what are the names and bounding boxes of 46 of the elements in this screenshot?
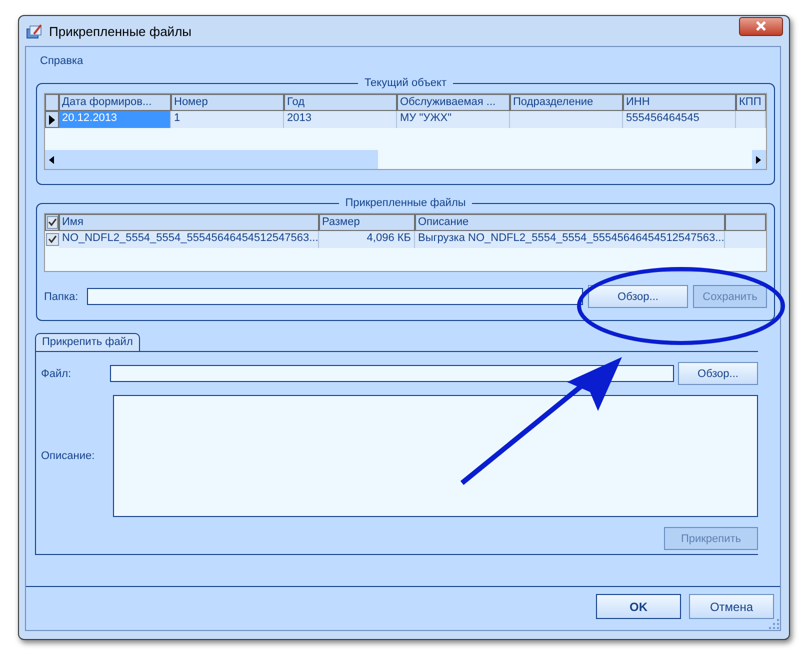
resize-grip-icon[interactable] bbox=[769, 619, 779, 629]
column-header[interactable]: КПП bbox=[736, 94, 766, 111]
column-header[interactable]: Обслуживаемая ... bbox=[397, 94, 510, 111]
column-header[interactable]: ИНН bbox=[623, 94, 736, 111]
close-icon bbox=[755, 21, 767, 31]
menu-item[interactable]: Справка bbox=[40, 55, 84, 67]
table-cell: 20.12.2013 bbox=[62, 112, 118, 124]
dialog-button[interactable]: OK bbox=[596, 594, 681, 619]
field-label: Папка: bbox=[44, 290, 80, 302]
table-cell: Выгрузка NO_NDFL2_5554_5554_55545646454512547563... bbox=[418, 232, 724, 244]
checkbox[interactable] bbox=[46, 233, 58, 246]
browse-button[interactable]: Обзор... bbox=[588, 285, 688, 308]
column-header bbox=[725, 214, 766, 231]
column-header[interactable]: Год bbox=[284, 94, 397, 111]
description-field[interactable] bbox=[113, 395, 758, 517]
browse-button[interactable]: Обзор... bbox=[678, 362, 758, 385]
table-cell: 1 bbox=[174, 112, 180, 124]
field-label: Файл: bbox=[40, 368, 72, 380]
column-header[interactable]: Номер bbox=[171, 94, 284, 111]
table-cell: МУ "УЖХ" bbox=[400, 112, 452, 124]
table-row[interactable]: 20.12.2013 1 2013 МУ "УЖХ" 555456464545 bbox=[45, 111, 766, 128]
tab[interactable]: Прикрепить файл bbox=[35, 333, 140, 351]
field-label: Описание: bbox=[40, 450, 96, 462]
dialog-button[interactable]: Отмена bbox=[689, 594, 774, 619]
scroll-left-icon bbox=[49, 156, 55, 164]
close-button[interactable] bbox=[739, 16, 783, 36]
file-field[interactable] bbox=[110, 365, 674, 382]
column-header[interactable]: Описание bbox=[415, 214, 725, 231]
table-cell: NO_NDFL2_5554_5554_55545646454512547563... bbox=[62, 232, 318, 244]
window-title: Прикрепленные файлы bbox=[49, 24, 192, 38]
scroll-right-icon bbox=[756, 156, 762, 164]
column-header[interactable]: Имя bbox=[59, 214, 319, 231]
table-cell: 555456464545 bbox=[626, 112, 700, 124]
row-header bbox=[45, 94, 59, 111]
group-title: Текущий объект bbox=[363, 77, 448, 89]
table-row[interactable]: NO_NDFL2_5554_5554_55545646454512547563... 4,096 КБ Выгрузка NO_NDFL2_5554_5554_55545646454512547563... bbox=[45, 231, 766, 248]
folder-field[interactable] bbox=[87, 288, 583, 305]
table-cell: 4,096 КБ bbox=[366, 232, 411, 244]
column-header[interactable]: Размер bbox=[319, 214, 415, 231]
table-cell: 2013 bbox=[287, 112, 312, 124]
column-header[interactable]: Дата формиров... bbox=[59, 94, 171, 111]
column-header[interactable]: Подразделение bbox=[510, 94, 623, 111]
horizontal-scrollbar[interactable] bbox=[45, 150, 766, 169]
group-title: Прикрепленные файлы bbox=[344, 197, 467, 209]
app-icon bbox=[25, 22, 43, 40]
checkbox[interactable] bbox=[46, 216, 58, 229]
